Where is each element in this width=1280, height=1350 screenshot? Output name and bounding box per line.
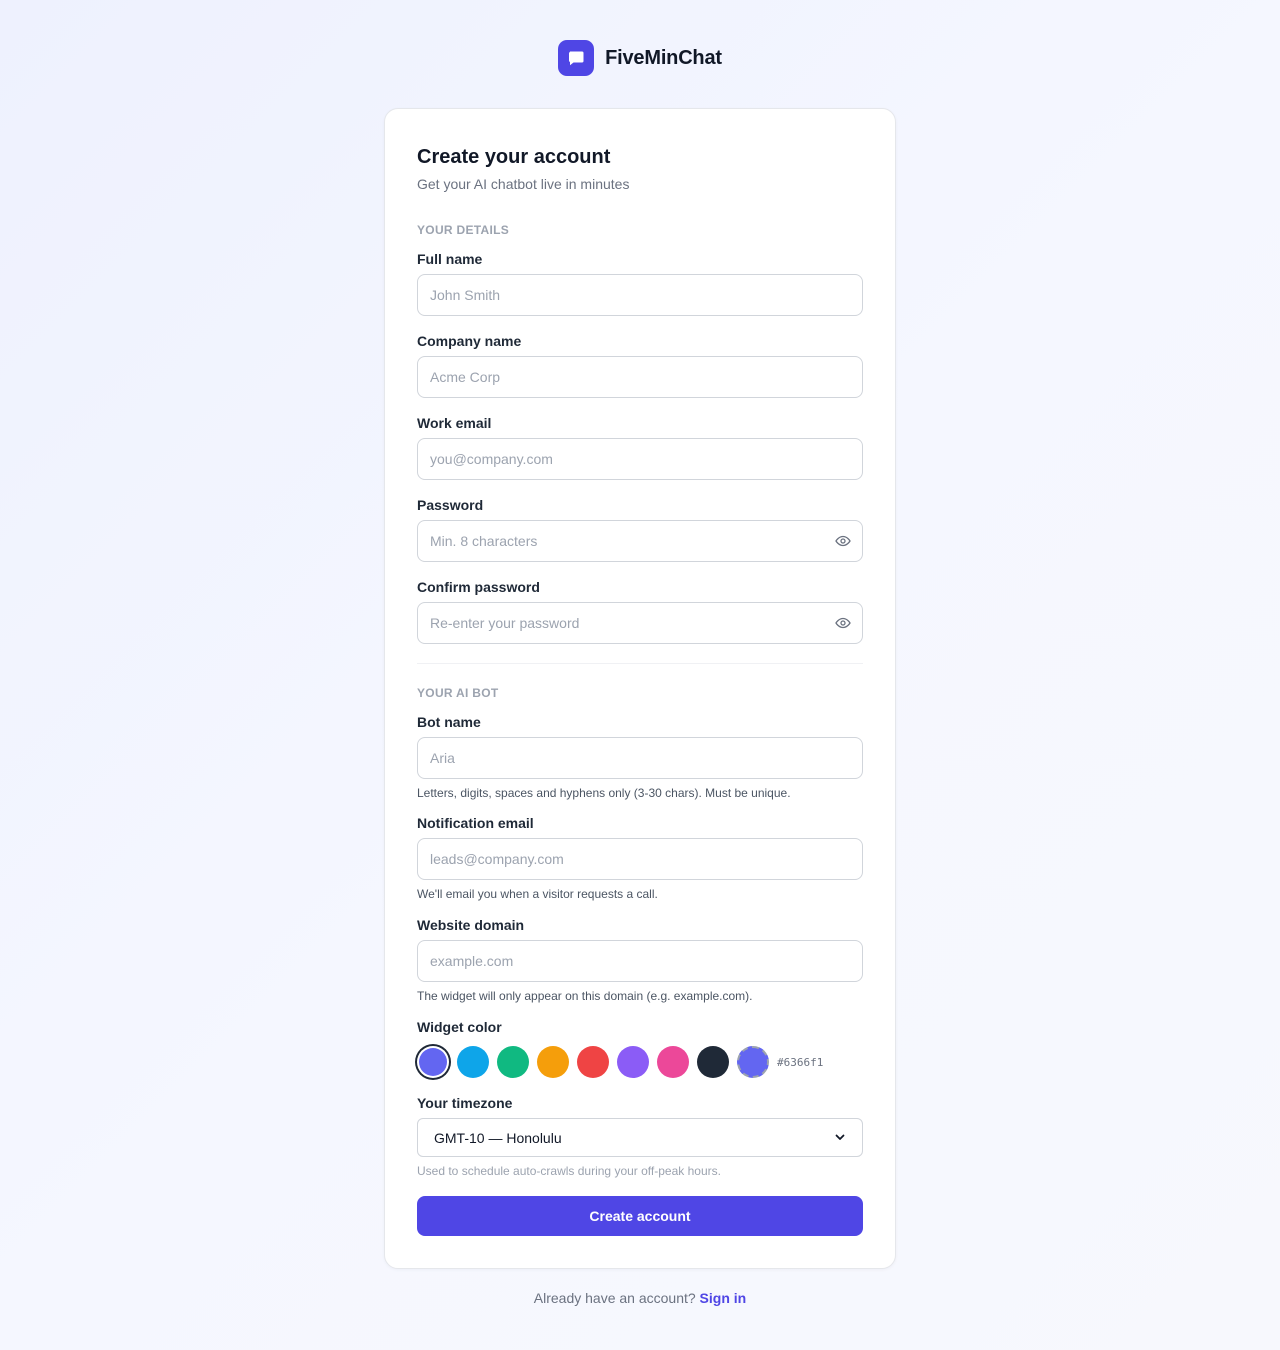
sign-in-link[interactable]: Sign in [700,1290,747,1306]
signin-prompt: Already have an account? Sign in [0,1290,1280,1306]
password-input[interactable] [417,520,863,562]
color-swatch[interactable] [617,1046,649,1078]
eye-icon[interactable] [835,615,851,631]
color-swatch[interactable] [577,1046,609,1078]
confirm-password-input[interactable] [417,602,863,644]
website-domain-hint: The widget will only appear on this doma… [417,989,753,1003]
page-subtitle: Get your AI chatbot live in minutes [417,176,630,192]
color-swatch[interactable] [657,1046,689,1078]
color-hex-value: #6366f1 [777,1055,824,1069]
color-swatch[interactable] [457,1046,489,1078]
widget-color-group: Widget color #6366f1 [417,1019,823,1078]
brand-name: FiveMinChat [605,46,722,69]
website-domain-label: Website domain [417,917,525,933]
email-group: Work email [417,415,863,480]
work-email-label: Work email [417,415,492,431]
full-name-group: Full name [417,251,863,316]
timezone-label: Your timezone [417,1095,513,1111]
password-group: Password [417,497,863,562]
website-domain-input[interactable] [417,940,863,982]
color-swatch[interactable] [697,1046,729,1078]
full-name-label: Full name [417,251,483,267]
work-email-input[interactable] [417,438,863,480]
company-name-label: Company name [417,333,522,349]
signin-prompt-text: Already have an account? [533,1290,700,1306]
eye-icon[interactable] [835,533,851,549]
color-swatch[interactable] [537,1046,569,1078]
section-label-bot: YOUR AI BOT [417,686,499,700]
bot-name-group: Bot name Letters, digits, spaces and hyp… [417,714,863,800]
section-divider [417,663,863,664]
timezone-hint: Used to schedule auto-crawls during your… [417,1164,721,1178]
bot-name-hint: Letters, digits, spaces and hyphens only… [417,786,791,800]
timezone-selected-value: GMT-10 — Honolulu [434,1129,562,1146]
chevron-down-icon [834,1130,846,1146]
notification-email-label: Notification email [417,815,534,831]
notification-email-group: Notification email We'll email you when … [417,815,863,901]
full-name-input[interactable] [417,274,863,316]
timezone-select[interactable]: GMT-10 — Honolulu [417,1118,863,1157]
notification-email-hint: We'll email you when a visitor requests … [417,887,658,901]
brand-header: FiveMinChat [0,40,1280,76]
custom-color-picker[interactable] [737,1046,769,1078]
bot-name-label: Bot name [417,714,481,730]
bot-name-input[interactable] [417,737,863,779]
widget-color-label: Widget color [417,1019,502,1035]
confirm-password-label: Confirm password [417,579,540,595]
company-group: Company name [417,333,863,398]
confirm-password-group: Confirm password [417,579,863,644]
create-account-button[interactable]: Create account [417,1196,863,1236]
company-name-input[interactable] [417,356,863,398]
password-label: Password [417,497,484,513]
chat-bubble-icon [558,40,595,76]
section-label-details: YOUR DETAILS [417,223,510,237]
color-swatches: #6366f1 [417,1046,823,1078]
notification-email-input[interactable] [417,838,863,880]
color-swatch[interactable] [419,1048,447,1076]
timezone-group: Your timezone GMT-10 — Honolulu Used to … [417,1095,863,1178]
website-domain-group: Website domain The widget will only appe… [417,917,863,1003]
color-swatch[interactable] [497,1046,529,1078]
page-title: Create your account [417,146,611,168]
signup-card: Create your account Get your AI chatbot … [384,108,896,1269]
